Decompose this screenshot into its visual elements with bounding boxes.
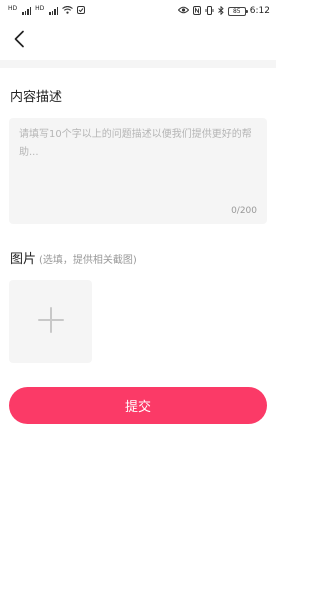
description-input[interactable] <box>19 126 257 196</box>
battery-level: 85 <box>232 7 241 15</box>
description-title: 内容描述 <box>10 90 63 105</box>
carrier-tag-1: HD <box>8 5 18 12</box>
nfc-icon <box>192 5 201 17</box>
notification-icon <box>77 6 86 16</box>
description-box: 0/200 <box>9 118 267 224</box>
image-hint: (选填，提供相关截图) <box>39 255 137 266</box>
submit-button[interactable]: 提交 <box>9 387 267 424</box>
status-bar-right: 85 6:12 <box>177 5 270 17</box>
status-bar: HD HD 85 6:12 <box>0 0 276 22</box>
nav-bar <box>0 22 276 60</box>
image-section-title: 图片 (选填，提供相关截图) <box>10 248 137 267</box>
back-arrow-icon <box>13 30 25 52</box>
add-image-button[interactable] <box>9 280 92 363</box>
bluetooth-icon <box>217 5 224 17</box>
vibrate-icon <box>205 5 214 17</box>
signal-icon <box>22 7 32 15</box>
status-bar-left: HD HD <box>8 5 86 16</box>
plus-icon <box>37 306 64 337</box>
carrier-tag-2: HD <box>35 5 45 12</box>
image-title: 图片 <box>10 252 37 267</box>
wifi-icon <box>62 5 74 16</box>
back-button[interactable] <box>8 30 30 52</box>
eye-icon <box>177 6 189 16</box>
status-time: 6:12 <box>249 6 270 16</box>
header-divider <box>0 60 276 68</box>
description-section-title: 内容描述 <box>10 86 62 105</box>
char-counter: 0/200 <box>231 206 257 216</box>
battery-icon: 85 <box>227 6 248 16</box>
signal-icon-2 <box>49 7 59 15</box>
